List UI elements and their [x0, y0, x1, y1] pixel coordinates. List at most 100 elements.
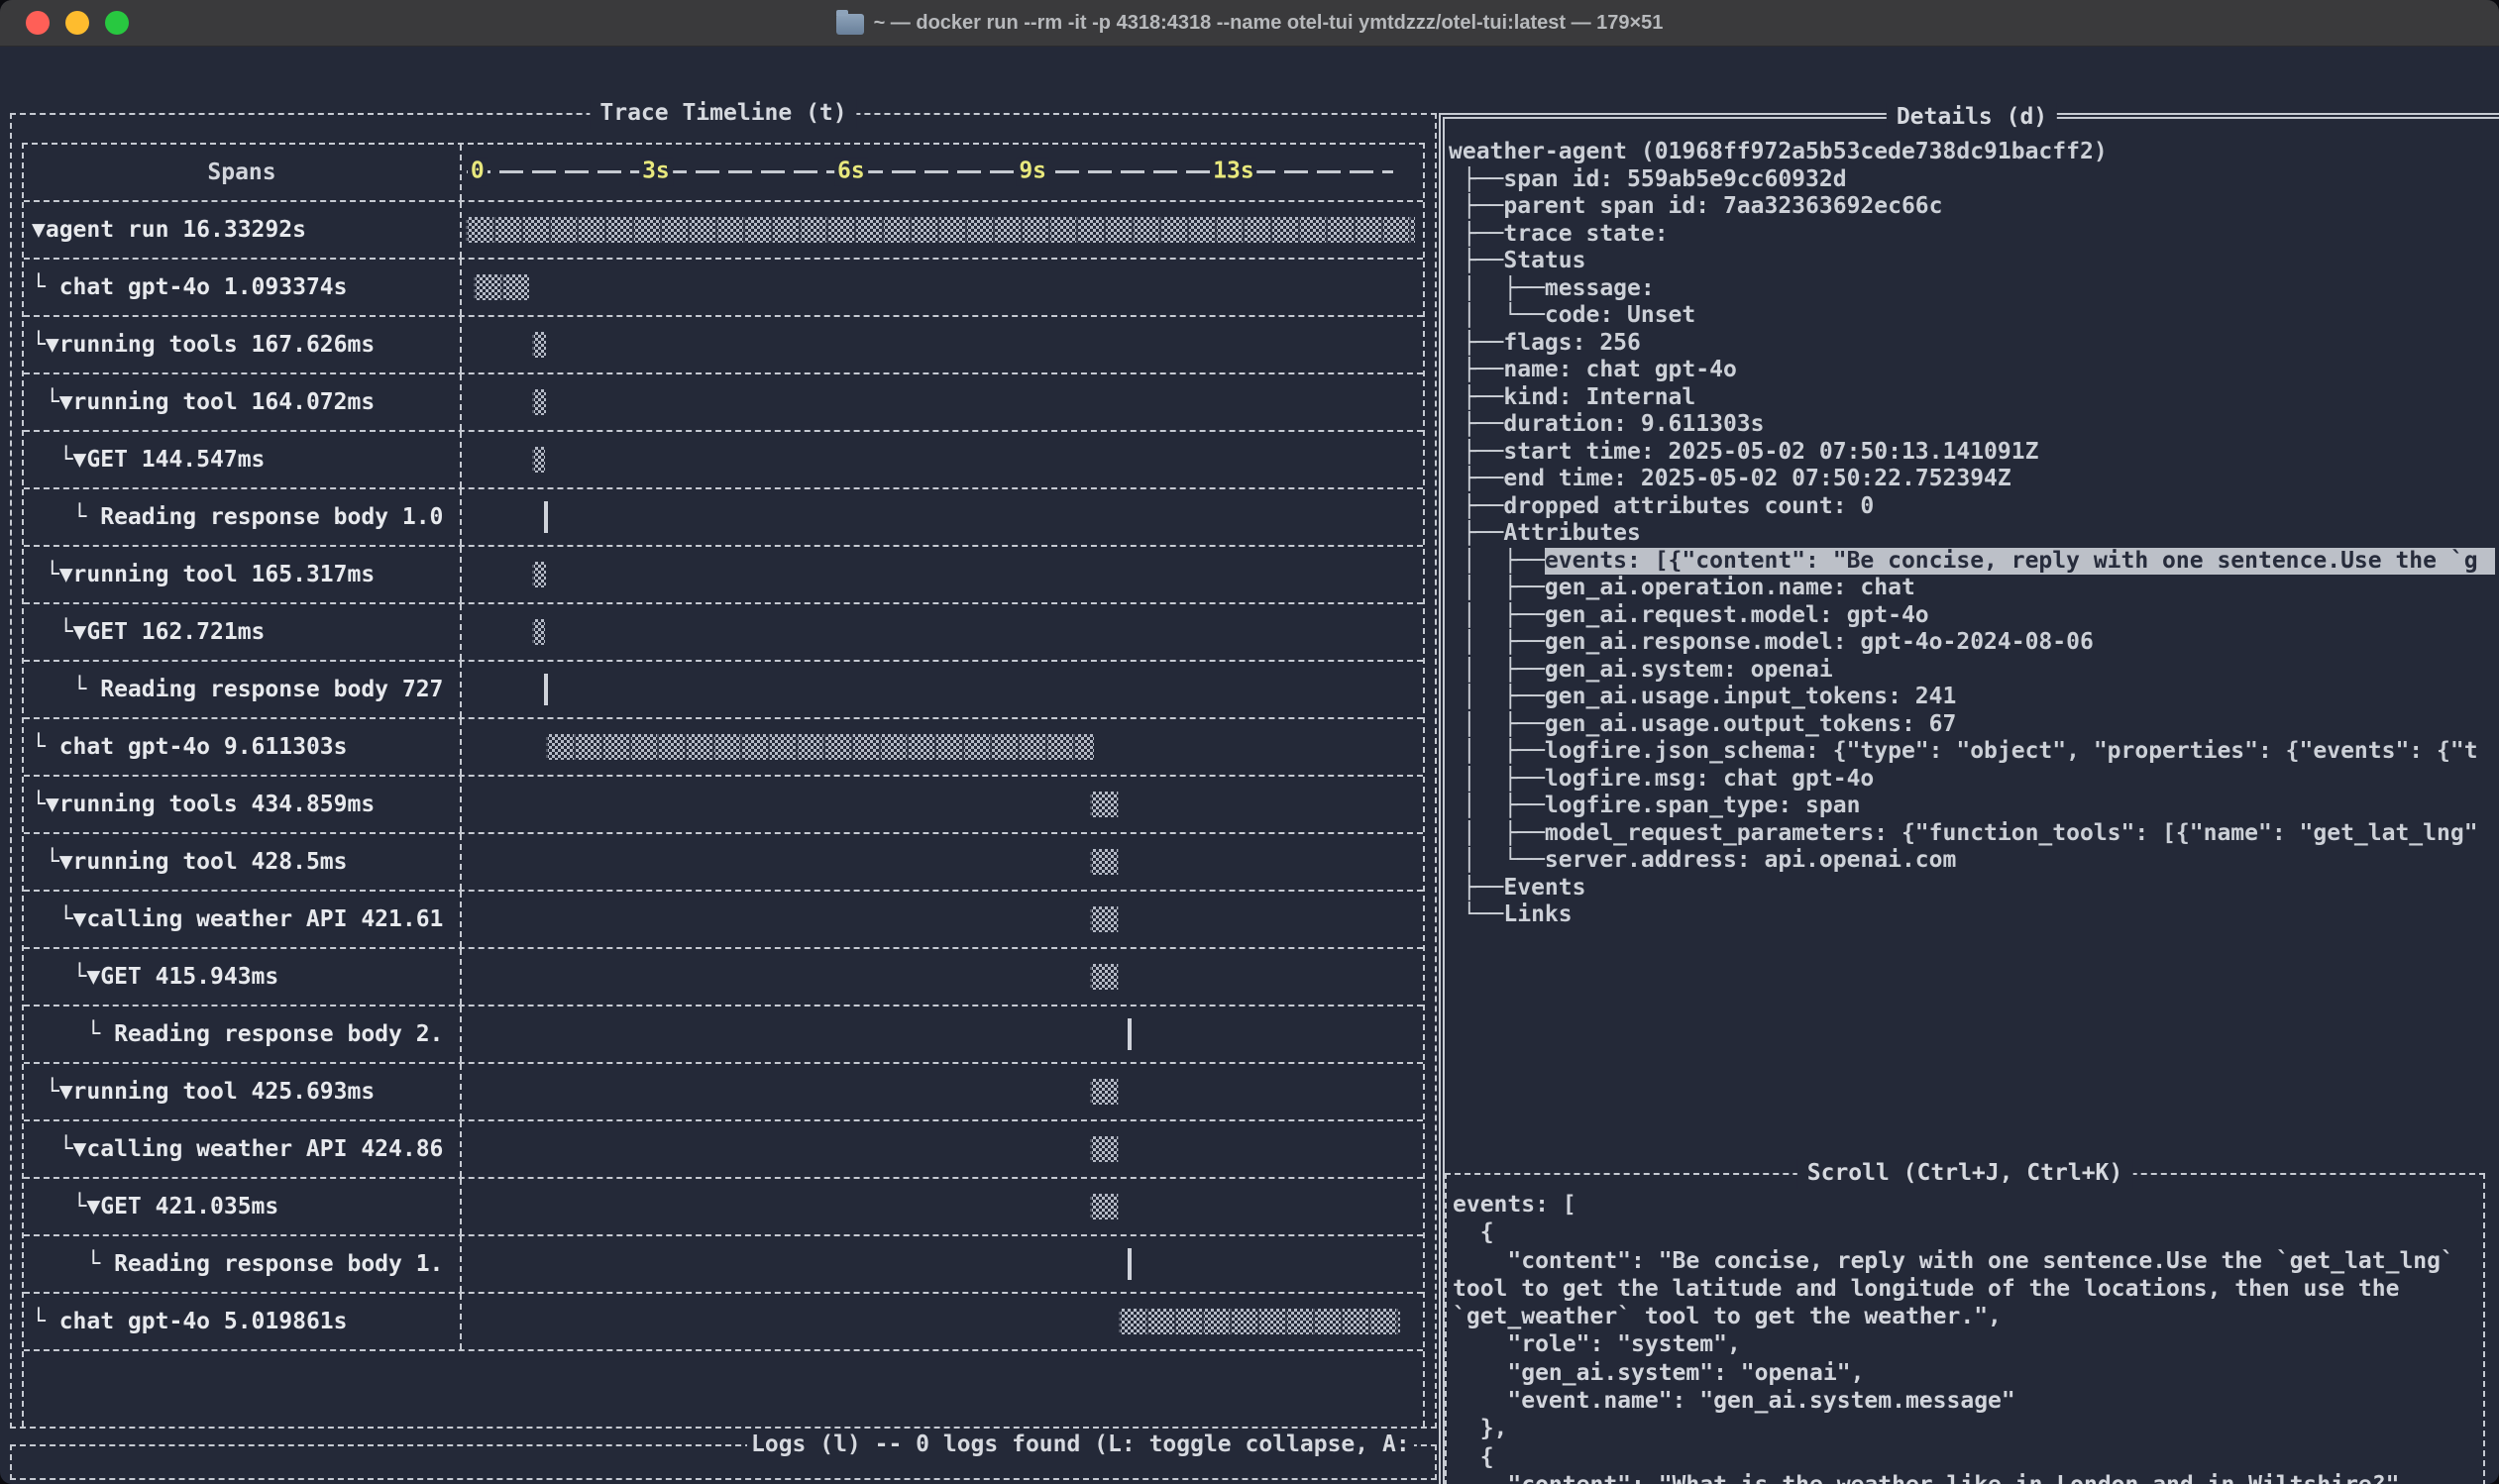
details-tree-line[interactable]: ├──end time: 2025-05-02 07:50:22.752394Z: [1449, 466, 2495, 493]
span-label: └▼GET 144.547ms: [24, 447, 265, 473]
details-tree-line[interactable]: │ ├──gen_ai.usage.input_tokens: 241: [1449, 684, 2495, 711]
details-tree-line[interactable]: ├──kind: Internal: [1449, 384, 2495, 412]
scroll-panel-title: Scroll (Ctrl+J, Ctrl+K): [1797, 1159, 2133, 1189]
span-duration-bar: [1090, 906, 1118, 932]
logs-panel[interactable]: Logs (l) -- 0 logs found (L: toggle coll…: [10, 1444, 1437, 1480]
details-tree-line[interactable]: │ ├──gen_ai.system: openai: [1449, 657, 2495, 685]
scroll-json-line: events: [: [1453, 1191, 2477, 1219]
details-tree-line[interactable]: ├──name: chat gpt-4o: [1449, 357, 2495, 384]
details-tree-line[interactable]: ├──Status: [1449, 248, 2495, 275]
span-row[interactable]: └▼running tools 434.859ms: [24, 777, 1423, 834]
details-tree-line[interactable]: │ ├──message:: [1449, 275, 2495, 303]
span-label: └▼GET 162.721ms: [24, 619, 265, 645]
details-tree-line[interactable]: ├──dropped attributes count: 0: [1449, 493, 2495, 521]
span-duration-bar: [532, 562, 547, 587]
details-tree-line[interactable]: ├──Events: [1449, 875, 2495, 902]
span-row[interactable]: └▼running tool 165.317ms: [24, 547, 1423, 604]
scroll-panel[interactable]: Scroll (Ctrl+J, Ctrl+K) events: [ { "con…: [1445, 1173, 2485, 1484]
details-tree-line[interactable]: └──Links: [1449, 901, 2495, 929]
span-event-marker: [1128, 1248, 1132, 1280]
details-tree-line[interactable]: │ ├──gen_ai.response.model: gpt-4o-2024-…: [1449, 629, 2495, 657]
trace-timeline-panel: Trace Timeline (t) Spans 03s6s9s13s ▼age…: [10, 113, 1437, 1429]
details-tree-line[interactable]: │ ├──logfire.span_type: span: [1449, 793, 2495, 820]
scroll-json-line: },: [1453, 1415, 2477, 1442]
scroll-json-line: "content": "Be concise, reply with one s…: [1453, 1247, 2477, 1275]
axis-tick-label: 9s: [1016, 159, 1049, 186]
details-tree-line[interactable]: │ └──code: Unset: [1449, 302, 2495, 330]
details-tree-line[interactable]: │ ├──gen_ai.usage.output_tokens: 67: [1449, 711, 2495, 739]
span-row[interactable]: └ Reading response body 1.: [24, 1236, 1423, 1294]
span-row[interactable]: └▼GET 415.943ms: [24, 949, 1423, 1007]
span-duration-bar: [1090, 849, 1118, 875]
span-label: └▼calling weather API 421.61: [24, 906, 443, 932]
span-label: └▼running tool 425.693ms: [24, 1079, 375, 1105]
axis-tick-label: 0: [468, 159, 488, 186]
scroll-json-line: {: [1453, 1443, 2477, 1471]
details-tree-line[interactable]: ├──flags: 256: [1449, 330, 2495, 358]
scroll-json-line: tool to get the latitude and longitude o…: [1453, 1275, 2477, 1303]
close-button[interactable]: [26, 11, 50, 35]
scroll-json-line: "content": "What is the weather like in …: [1453, 1471, 2477, 1484]
span-row[interactable]: └▼calling weather API 421.61: [24, 892, 1423, 949]
span-label: ▼agent run 16.33292s: [24, 217, 306, 243]
scroll-json-line: {: [1453, 1219, 2477, 1246]
span-label: └ Reading response body 727: [24, 677, 443, 702]
details-tree-line[interactable]: │ └──server.address: api.openai.com: [1449, 847, 2495, 875]
window-title: ~ — docker run --rm -it -p 4318:4318 --n…: [874, 13, 1664, 33]
details-tree-line[interactable]: ├──parent span id: 7aa32363692ec66c: [1449, 193, 2495, 221]
span-row[interactable]: └▼GET 162.721ms: [24, 604, 1423, 662]
span-row[interactable]: └ chat gpt-4o 1.093374s: [24, 260, 1423, 317]
span-row[interactable]: └▼running tools 167.626ms: [24, 317, 1423, 374]
span-duration-bar: [546, 734, 1094, 760]
scroll-json-line: "role": "system",: [1453, 1330, 2477, 1358]
span-event-marker: [544, 674, 548, 705]
span-row[interactable]: └▼calling weather API 424.86: [24, 1121, 1423, 1179]
span-label: └▼calling weather API 424.86: [24, 1136, 443, 1162]
details-tree[interactable]: weather-agent (01968ff972a5b53cede738dc9…: [1449, 139, 2495, 1171]
span-row[interactable]: └▼running tool 428.5ms: [24, 834, 1423, 892]
span-label: └ Reading response body 1.: [24, 1251, 443, 1277]
traffic-lights: [26, 11, 129, 35]
span-duration-bar: [466, 217, 1415, 243]
span-row[interactable]: └ chat gpt-4o 5.019861s: [24, 1294, 1423, 1351]
span-duration-bar: [1090, 1079, 1118, 1105]
logs-panel-title: Logs (l) -- 0 logs found (L: toggle coll…: [747, 1431, 1414, 1457]
span-label: └▼GET 421.035ms: [24, 1194, 278, 1219]
timeline-axis: 03s6s9s13s: [462, 145, 1423, 200]
span-row[interactable]: └▼GET 421.035ms: [24, 1179, 1423, 1236]
details-tree-line[interactable]: │ ├──logfire.msg: chat gpt-4o: [1449, 766, 2495, 794]
span-label: └ chat gpt-4o 1.093374s: [24, 274, 348, 300]
span-event-marker: [544, 501, 548, 533]
spans-table-filler: [24, 1351, 1423, 1427]
details-tree-line[interactable]: │ ├──model_request_parameters: {"functio…: [1449, 820, 2495, 848]
span-row[interactable]: └▼running tool 164.072ms: [24, 374, 1423, 432]
span-row[interactable]: ▼agent run 16.33292s: [24, 202, 1423, 260]
details-tree-line[interactable]: ├──duration: 9.611303s: [1449, 411, 2495, 439]
span-label: └▼running tools 167.626ms: [24, 332, 375, 358]
span-row[interactable]: └ Reading response body 1.0: [24, 489, 1423, 547]
span-row[interactable]: └▼running tool 425.693ms: [24, 1064, 1423, 1121]
span-row[interactable]: └▼GET 144.547ms: [24, 432, 1423, 489]
details-tree-line[interactable]: │ ├──gen_ai.request.model: gpt-4o: [1449, 602, 2495, 630]
details-tree-line[interactable]: weather-agent (01968ff972a5b53cede738dc9…: [1449, 139, 2495, 166]
scroll-panel-content: events: [ { "content": "Be concise, repl…: [1453, 1191, 2477, 1484]
details-tree-line[interactable]: ├──Attributes: [1449, 520, 2495, 548]
span-duration-bar: [1119, 1309, 1399, 1334]
span-row[interactable]: └ chat gpt-4o 9.611303s: [24, 719, 1423, 777]
spans-table[interactable]: Spans 03s6s9s13s ▼agent run 16.33292s└ c…: [22, 143, 1425, 1427]
terminal-window: ~ — docker run --rm -it -p 4318:4318 --n…: [0, 0, 2499, 1484]
span-duration-bar: [532, 389, 547, 415]
details-tree-line[interactable]: │ ├──logfire.json_schema: {"type": "obje…: [1449, 738, 2495, 766]
details-tree-line[interactable]: ├──trace state:: [1449, 221, 2495, 249]
span-event-marker: [1128, 1018, 1132, 1050]
span-duration-bar: [1090, 964, 1118, 990]
span-row[interactable]: └ Reading response body 727: [24, 662, 1423, 719]
span-label: └ Reading response body 1.0: [24, 504, 443, 530]
span-row[interactable]: └ Reading response body 2.: [24, 1007, 1423, 1064]
zoom-button[interactable]: [105, 11, 129, 35]
details-tree-line[interactable]: │ ├──gen_ai.operation.name: chat: [1449, 575, 2495, 602]
details-tree-line[interactable]: ├──start time: 2025-05-02 07:50:13.14109…: [1449, 439, 2495, 467]
details-tree-line[interactable]: ├──span id: 559ab5e9cc60932d: [1449, 166, 2495, 194]
details-tree-line-selected[interactable]: │ ├──events: [{"content": "Be concise, r…: [1449, 548, 2495, 576]
minimize-button[interactable]: [65, 11, 89, 35]
